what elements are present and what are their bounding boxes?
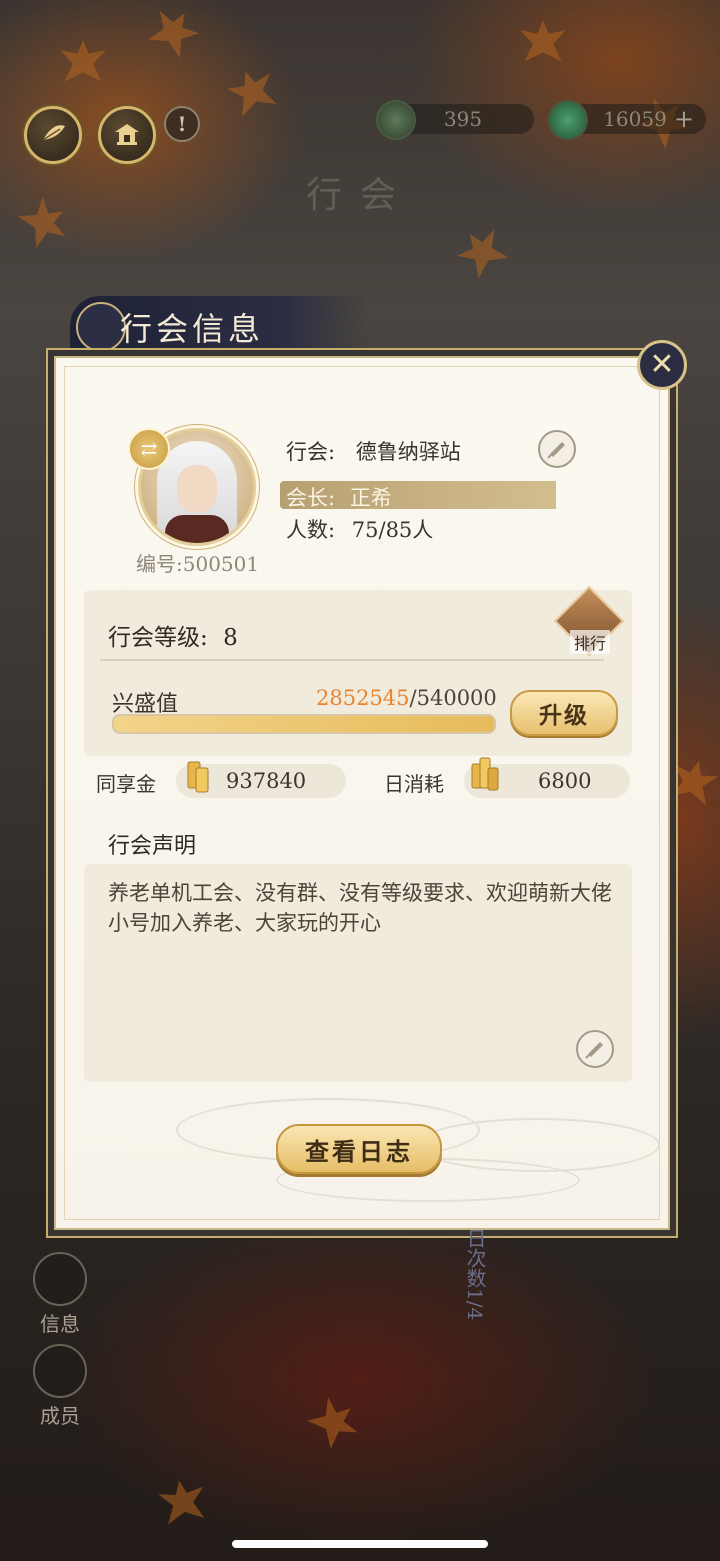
close-icon: ✕ bbox=[649, 347, 675, 382]
pavilion-icon bbox=[115, 124, 139, 145]
shared-funds-value: 937840 bbox=[226, 769, 307, 793]
side-nav-info-label: 信息 bbox=[40, 1312, 80, 1336]
info-building-icon bbox=[33, 1252, 87, 1306]
guild-name: 德鲁纳驿站 bbox=[355, 440, 461, 464]
maple-leaf-decoration bbox=[665, 755, 720, 811]
daily-cost-label: 日消耗 bbox=[384, 772, 444, 796]
currency-jade-value: 395 bbox=[443, 107, 483, 131]
guild-leader-row: 会长: 正希 bbox=[286, 482, 392, 512]
maple-leaf-decoration bbox=[451, 221, 515, 285]
member-count-label: 人数: bbox=[286, 518, 336, 542]
side-nav-members-label: 成员 bbox=[40, 1404, 80, 1428]
divider bbox=[100, 659, 604, 661]
close-button[interactable]: ✕ bbox=[637, 340, 687, 390]
upgrade-button[interactable]: 升级 bbox=[510, 690, 618, 736]
side-nav-info[interactable]: 信息 bbox=[30, 1252, 90, 1337]
back-button[interactable] bbox=[24, 106, 82, 164]
prosperity-max: /540000 bbox=[409, 686, 497, 710]
page-title: 行会 bbox=[305, 175, 414, 216]
info-button[interactable]: ! bbox=[164, 106, 200, 142]
side-nav-members[interactable]: 成员 bbox=[30, 1344, 90, 1429]
ranking-button[interactable]: 排行 bbox=[553, 585, 625, 657]
gold-ingot-icon bbox=[187, 761, 209, 793]
gem-icon bbox=[548, 100, 588, 140]
guild-level-row: 行会等级: 8 bbox=[108, 618, 238, 652]
currency-jade[interactable]: 395 bbox=[376, 100, 534, 140]
members-person-icon bbox=[33, 1344, 87, 1398]
guild-id: 编号:500501 bbox=[136, 548, 259, 577]
member-count-row: 人数: 75/85人 bbox=[286, 514, 433, 544]
guild-name-row: 行会: 德鲁纳驿站 bbox=[286, 436, 461, 466]
leaf-back-icon bbox=[42, 125, 65, 141]
declaration-text: 养老单机工会、没有群、没有等级要求、欢迎萌新大佬小号加入养老、大家玩的开心 bbox=[108, 881, 612, 935]
guild-name-label: 行会: bbox=[286, 440, 336, 464]
member-count: 75/85人 bbox=[351, 518, 434, 542]
maple-leaf-decoration bbox=[301, 1391, 366, 1456]
guild-id-label: 编号: bbox=[136, 552, 183, 576]
prosperity-current: 2852545 bbox=[316, 686, 410, 710]
background-count-text: 日次数1/4 bbox=[463, 1228, 487, 1321]
declaration-label: 行会声明 bbox=[108, 834, 197, 859]
shuffle-avatar-icon[interactable]: ⇄ bbox=[128, 428, 170, 470]
leader-name: 正希 bbox=[349, 486, 392, 510]
jade-coin-icon bbox=[376, 100, 416, 140]
maple-leaf-decoration bbox=[520, 20, 566, 62]
guild-level-label: 行会等级: bbox=[108, 625, 208, 651]
edit-declaration-icon[interactable] bbox=[576, 1030, 614, 1068]
currency-gem-value: 16059 bbox=[603, 107, 667, 131]
guild-emblem-icon bbox=[76, 302, 126, 352]
prosperity-progress-fill bbox=[114, 716, 494, 732]
guild-id-value: 500501 bbox=[182, 552, 260, 576]
maple-leaf-decoration bbox=[142, 2, 205, 65]
guild-level-value: 8 bbox=[223, 625, 238, 651]
prosperity-progress-bar bbox=[112, 714, 496, 734]
maple-leaf-decoration bbox=[156, 1476, 209, 1529]
currency-gem[interactable]: 16059 + bbox=[548, 100, 706, 140]
panel-title: 行会信息 bbox=[120, 310, 265, 348]
view-log-button[interactable]: 查看日志 bbox=[276, 1124, 442, 1174]
daily-cost-value: 6800 bbox=[538, 769, 592, 793]
edit-name-icon[interactable] bbox=[538, 430, 576, 468]
home-indicator[interactable] bbox=[232, 1540, 488, 1548]
info-icon: ! bbox=[177, 112, 187, 136]
leader-label: 会长: bbox=[286, 486, 336, 510]
prosperity-value: 2852545/540000 bbox=[316, 686, 497, 710]
maple-leaf-decoration bbox=[224, 64, 283, 123]
maple-leaf-decoration bbox=[60, 40, 106, 82]
add-currency-icon[interactable]: + bbox=[674, 105, 694, 133]
gold-ingot-stack-icon bbox=[471, 757, 499, 791]
home-button[interactable] bbox=[98, 106, 156, 164]
shared-funds-label: 同享金 bbox=[96, 772, 156, 796]
ranking-label: 排行 bbox=[570, 630, 611, 654]
